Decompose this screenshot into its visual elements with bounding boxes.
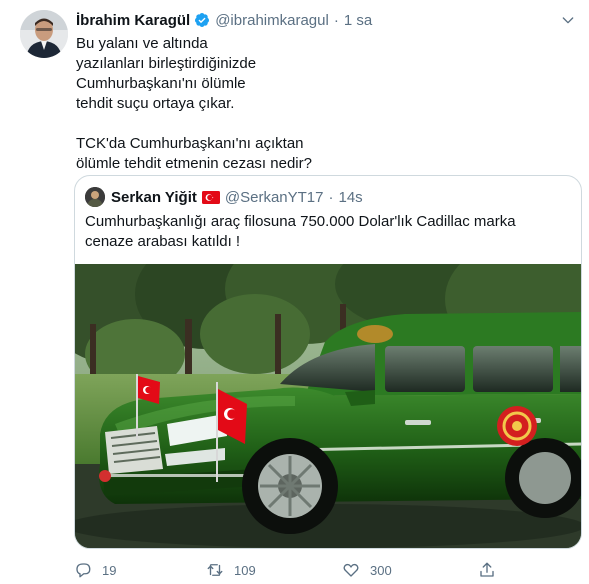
tweet-text-line: yazılanları birleştirdiğinizde	[76, 55, 257, 72]
verified-badge-icon	[194, 12, 210, 28]
tweet-time[interactable]: 1 sa	[344, 12, 372, 29]
tweet-text-gap	[76, 114, 496, 134]
quoted-tweet-time: 14s	[338, 188, 363, 206]
share-button[interactable]	[478, 560, 496, 580]
reply-button[interactable]: 19	[74, 560, 116, 580]
retweet-button[interactable]: 109	[206, 560, 256, 580]
separator-dot: ·	[333, 11, 339, 29]
turkish-flag-emoji	[201, 190, 220, 204]
retweet-count: 109	[234, 562, 256, 578]
quoted-tweet-text: Cumhurbaşkanlığı araç filosuna 750.000 D…	[85, 212, 565, 252]
share-icon	[480, 562, 494, 577]
quoted-author-handle: @SerkanYT17	[224, 188, 324, 206]
quoted-author-name: Serkan Yiğit	[111, 188, 197, 206]
green-cadillac-hearse-photo[interactable]	[75, 234, 581, 548]
separator-dot: ·	[328, 188, 334, 206]
quoted-author-avatar[interactable]	[85, 187, 105, 207]
author-name[interactable]: İbrahim Karagül	[76, 12, 190, 29]
author-handle[interactable]: @ibrahimkaragul	[215, 12, 329, 29]
author-avatar[interactable]	[20, 10, 68, 58]
tweet-text-line: Cumhurbaşkanı'nı ölümle	[76, 75, 246, 92]
chevron-down-icon[interactable]	[559, 11, 577, 29]
tweet-text-line: Bu yalanı ve altında	[76, 35, 208, 52]
tweet-text-line: tehdit suçu ortaya çıkar.	[76, 95, 235, 112]
reply-icon	[76, 563, 91, 578]
reply-count: 19	[102, 562, 117, 578]
tweet-header: İbrahim Karagül @ibrahimkaragul · 1 sa	[76, 9, 577, 31]
tweet-actions: 19 109 300	[74, 560, 514, 580]
quoted-text-line: Cumhurbaşkanlığı araç filosuna 750.000 D…	[85, 213, 516, 230]
like-button[interactable]: 300	[342, 560, 392, 580]
quoted-tweet[interactable]: Serkan Yiğit @SerkanYT17 · 14s Cumhurbaş…	[74, 175, 582, 549]
tweet-text-line: ölümle tehdit etmenin cezası nedir?	[76, 155, 312, 172]
tweet-text: Bu yalanı ve altında yazılanları birleşt…	[76, 34, 496, 174]
tweet-text-line: TCK'da Cumhurbaşkanı'nı açıktan	[76, 135, 304, 152]
quoted-tweet-header: Serkan Yiğit @SerkanYT17 · 14s	[85, 186, 363, 208]
like-count: 300	[370, 562, 392, 578]
retweet-icon	[207, 564, 223, 576]
heart-icon	[343, 563, 359, 577]
quoted-text-line: cenaze arabası katıldı !	[85, 233, 241, 250]
